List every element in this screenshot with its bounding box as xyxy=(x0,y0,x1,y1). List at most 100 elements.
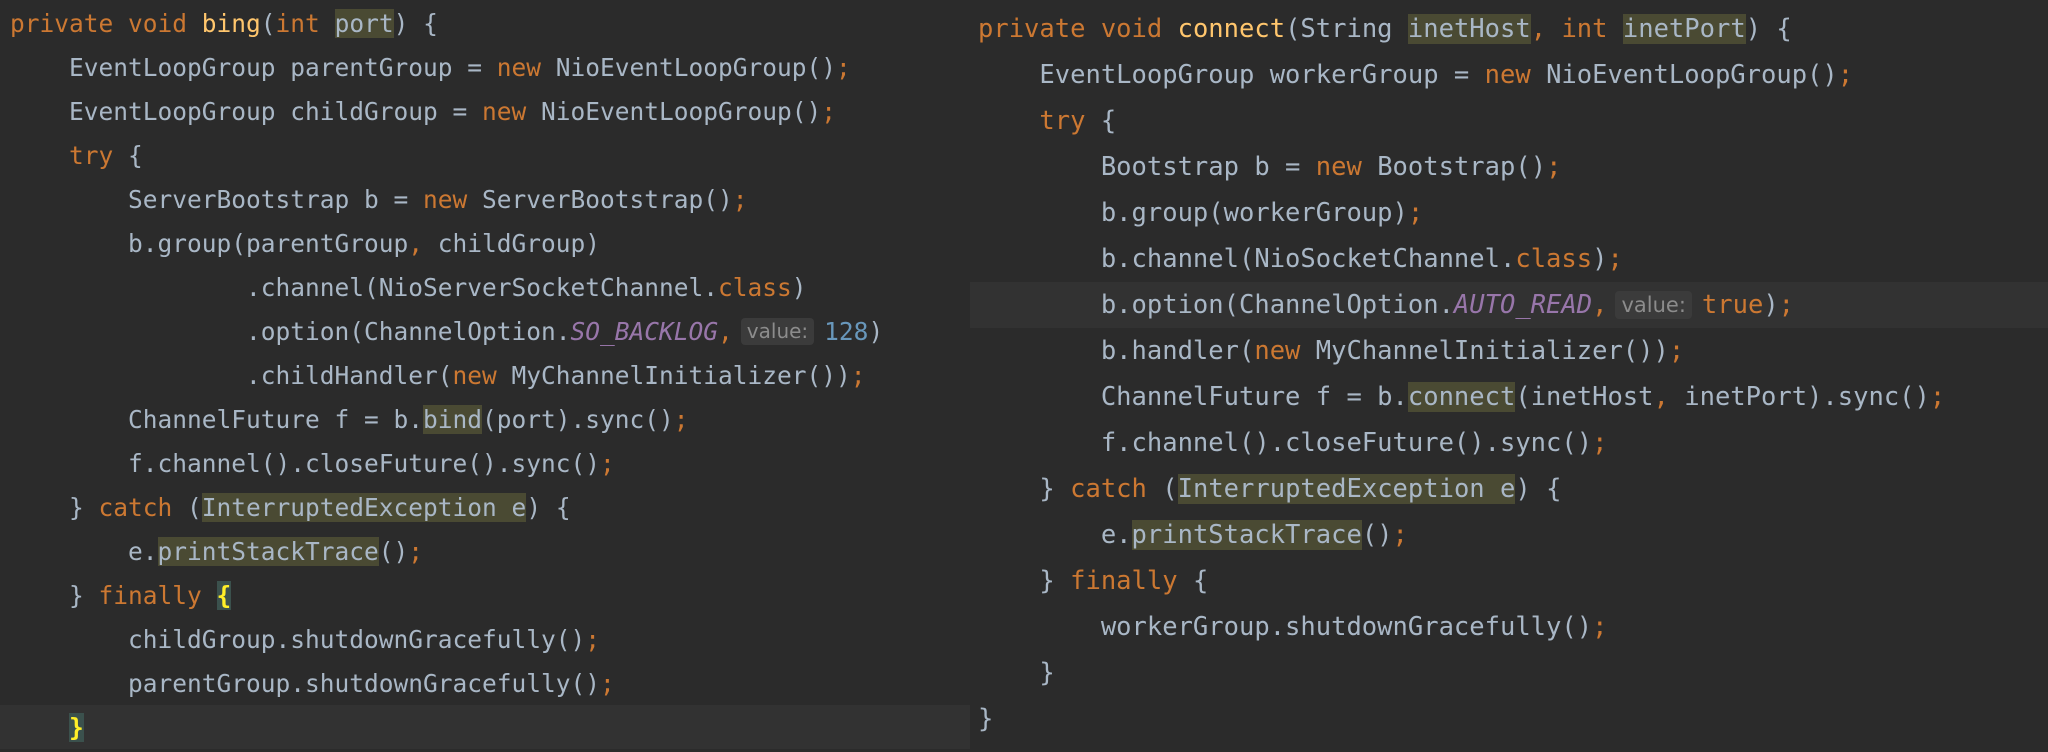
code-line[interactable]: workerGroup.shutdownGracefully(); xyxy=(970,604,2048,650)
code-line[interactable]: childGroup.shutdownGracefully(); xyxy=(0,617,970,661)
code-token: , xyxy=(408,228,438,258)
code-token: InterruptedException e xyxy=(201,492,527,522)
code-token: ) { xyxy=(393,8,438,38)
code-token: printStackTrace xyxy=(157,536,379,566)
code-token: ServerBootstrap() xyxy=(482,184,733,214)
code-token: new xyxy=(1315,152,1378,182)
code-editor-right[interactable]: private void connect (String inetHost, in… xyxy=(970,0,2048,752)
code-token: NioEventLoopGroup() xyxy=(541,96,822,126)
code-line[interactable]: .childHandler(new MyChannelInitializer()… xyxy=(0,353,970,397)
code-token: new xyxy=(482,96,542,126)
code-token: inetHost xyxy=(1407,14,1531,44)
code-line[interactable]: EventLoopGroup parentGroup = new NioEven… xyxy=(0,45,970,89)
code-token: { xyxy=(128,140,143,170)
code-token: ) xyxy=(1763,290,1779,320)
code-token: NioEventLoopGroup() xyxy=(1546,60,1838,90)
code-line[interactable]: ServerBootstrap b = new ServerBootstrap(… xyxy=(0,177,970,221)
code-token: { xyxy=(216,580,232,610)
code-line[interactable]: ChannelFuture f = b. connect (inetHost, in… xyxy=(970,374,2048,420)
code-token: MyChannelInitializer()) xyxy=(511,360,851,390)
code-token: private void xyxy=(10,8,202,38)
code-token: } xyxy=(978,474,1071,504)
code-line[interactable]: b.handler(new MyChannelInitializer()); xyxy=(970,328,2048,374)
code-line[interactable]: .option(ChannelOption. SO_BACKLOG, value: 1… xyxy=(0,309,970,353)
code-editor-left[interactable]: private void bing(int port) { EventLoopG… xyxy=(0,0,970,752)
code-line[interactable]: b.group(workerGroup); xyxy=(970,190,2048,236)
code-token: new xyxy=(423,184,483,214)
code-token: Bootstrap() xyxy=(1377,152,1547,182)
code-line[interactable]: try { xyxy=(970,98,2048,144)
code-token: ( xyxy=(187,492,202,522)
code-line[interactable]: b.group(parentGroup, childGroup) xyxy=(0,221,970,265)
code-line[interactable]: Bootstrap b = new Bootstrap(); xyxy=(970,144,2048,190)
code-line[interactable]: b.option(ChannelOption. AUTO_READ, value: t… xyxy=(970,282,2048,328)
code-token: e. xyxy=(978,520,1132,550)
code-token: int xyxy=(1561,14,1623,44)
code-line[interactable]: } xyxy=(0,705,970,749)
code-token: ) xyxy=(791,272,807,302)
code-token: EventLoopGroup childGroup = xyxy=(10,96,483,126)
code-line[interactable]: EventLoopGroup childGroup = new NioEvent… xyxy=(0,89,970,133)
code-token: , xyxy=(1530,14,1562,44)
code-token: childGroup.shutdownGracefully() xyxy=(10,624,586,654)
code-token: new xyxy=(496,52,556,82)
code-token: ) xyxy=(868,316,884,346)
code-token: (String xyxy=(1285,14,1408,44)
code-token: ) { xyxy=(526,492,571,522)
code-token: , xyxy=(1653,382,1685,412)
code-line[interactable]: try { xyxy=(0,133,970,177)
code-token: b.handler( xyxy=(978,336,1255,366)
code-token: } xyxy=(978,566,1071,596)
code-token: catch xyxy=(98,492,188,522)
code-line[interactable]: } xyxy=(970,696,2048,742)
code-token: NioEventLoopGroup() xyxy=(555,52,837,82)
code-token: ; xyxy=(1668,336,1685,366)
code-line[interactable]: } finally { xyxy=(970,558,2048,604)
code-token: ; xyxy=(732,184,748,214)
code-token: (inetHost xyxy=(1515,382,1654,412)
code-token: try xyxy=(1039,106,1101,136)
code-line[interactable]: } catch (InterruptedException e) { xyxy=(970,466,2048,512)
code-token: ChannelFuture f = b. xyxy=(978,382,1408,412)
parameter-hint: value: xyxy=(740,317,815,345)
code-token: AUTO_READ xyxy=(1453,290,1593,320)
code-token: connect xyxy=(1407,382,1516,412)
code-line[interactable]: f.channel().closeFuture().sync(); xyxy=(970,420,2048,466)
code-token: , xyxy=(718,316,733,346)
code-token: .option(ChannelOption. xyxy=(10,316,571,346)
code-token: new xyxy=(452,360,512,390)
code-token: () xyxy=(1361,520,1393,550)
code-token: , xyxy=(1592,290,1608,320)
code-line[interactable]: .channel(NioServerSocketChannel. class) xyxy=(0,265,970,309)
code-token: printStackTrace xyxy=(1131,520,1362,550)
code-line[interactable]: ChannelFuture f = b. bind (port).sync(); xyxy=(0,397,970,441)
code-token: ; xyxy=(1592,428,1608,458)
code-line[interactable]: e. printStackTrace(); xyxy=(970,512,2048,558)
code-line[interactable]: private void connect (String inetHost, in… xyxy=(970,6,2048,52)
code-token: ( xyxy=(260,8,276,38)
code-token: new xyxy=(1254,336,1316,366)
code-token: ; xyxy=(1392,520,1408,550)
code-line[interactable]: e. printStackTrace(); xyxy=(0,529,970,573)
code-token: true xyxy=(1701,290,1764,320)
code-line[interactable]: private void bing(int port) { xyxy=(0,1,970,45)
code-token: } xyxy=(10,492,99,522)
code-line[interactable]: parentGroup.shutdownGracefully(); xyxy=(0,661,970,705)
code-token: EventLoopGroup parentGroup = xyxy=(10,52,497,82)
code-line[interactable]: } finally { xyxy=(0,573,970,617)
code-token: EventLoopGroup workerGroup = xyxy=(978,60,1485,90)
code-line[interactable]: } catch (InterruptedException e) { xyxy=(0,485,970,529)
code-token: port xyxy=(334,8,394,38)
code-line[interactable]: b.channel(NioSocketChannel. class); xyxy=(970,236,2048,282)
code-token: new xyxy=(1484,60,1547,90)
code-token: } xyxy=(10,580,99,610)
code-token: ; xyxy=(600,668,615,698)
code-token: .channel(NioServerSocketChannel. xyxy=(10,272,719,302)
code-token: ; xyxy=(1929,382,1946,412)
code-line[interactable]: f.channel().closeFuture().sync(); xyxy=(0,441,970,485)
code-line[interactable]: } xyxy=(970,650,2048,696)
code-line[interactable]: EventLoopGroup workerGroup = new NioEven… xyxy=(970,52,2048,98)
code-token: private void xyxy=(978,14,1178,44)
code-token: InterruptedException e xyxy=(1177,474,1516,504)
